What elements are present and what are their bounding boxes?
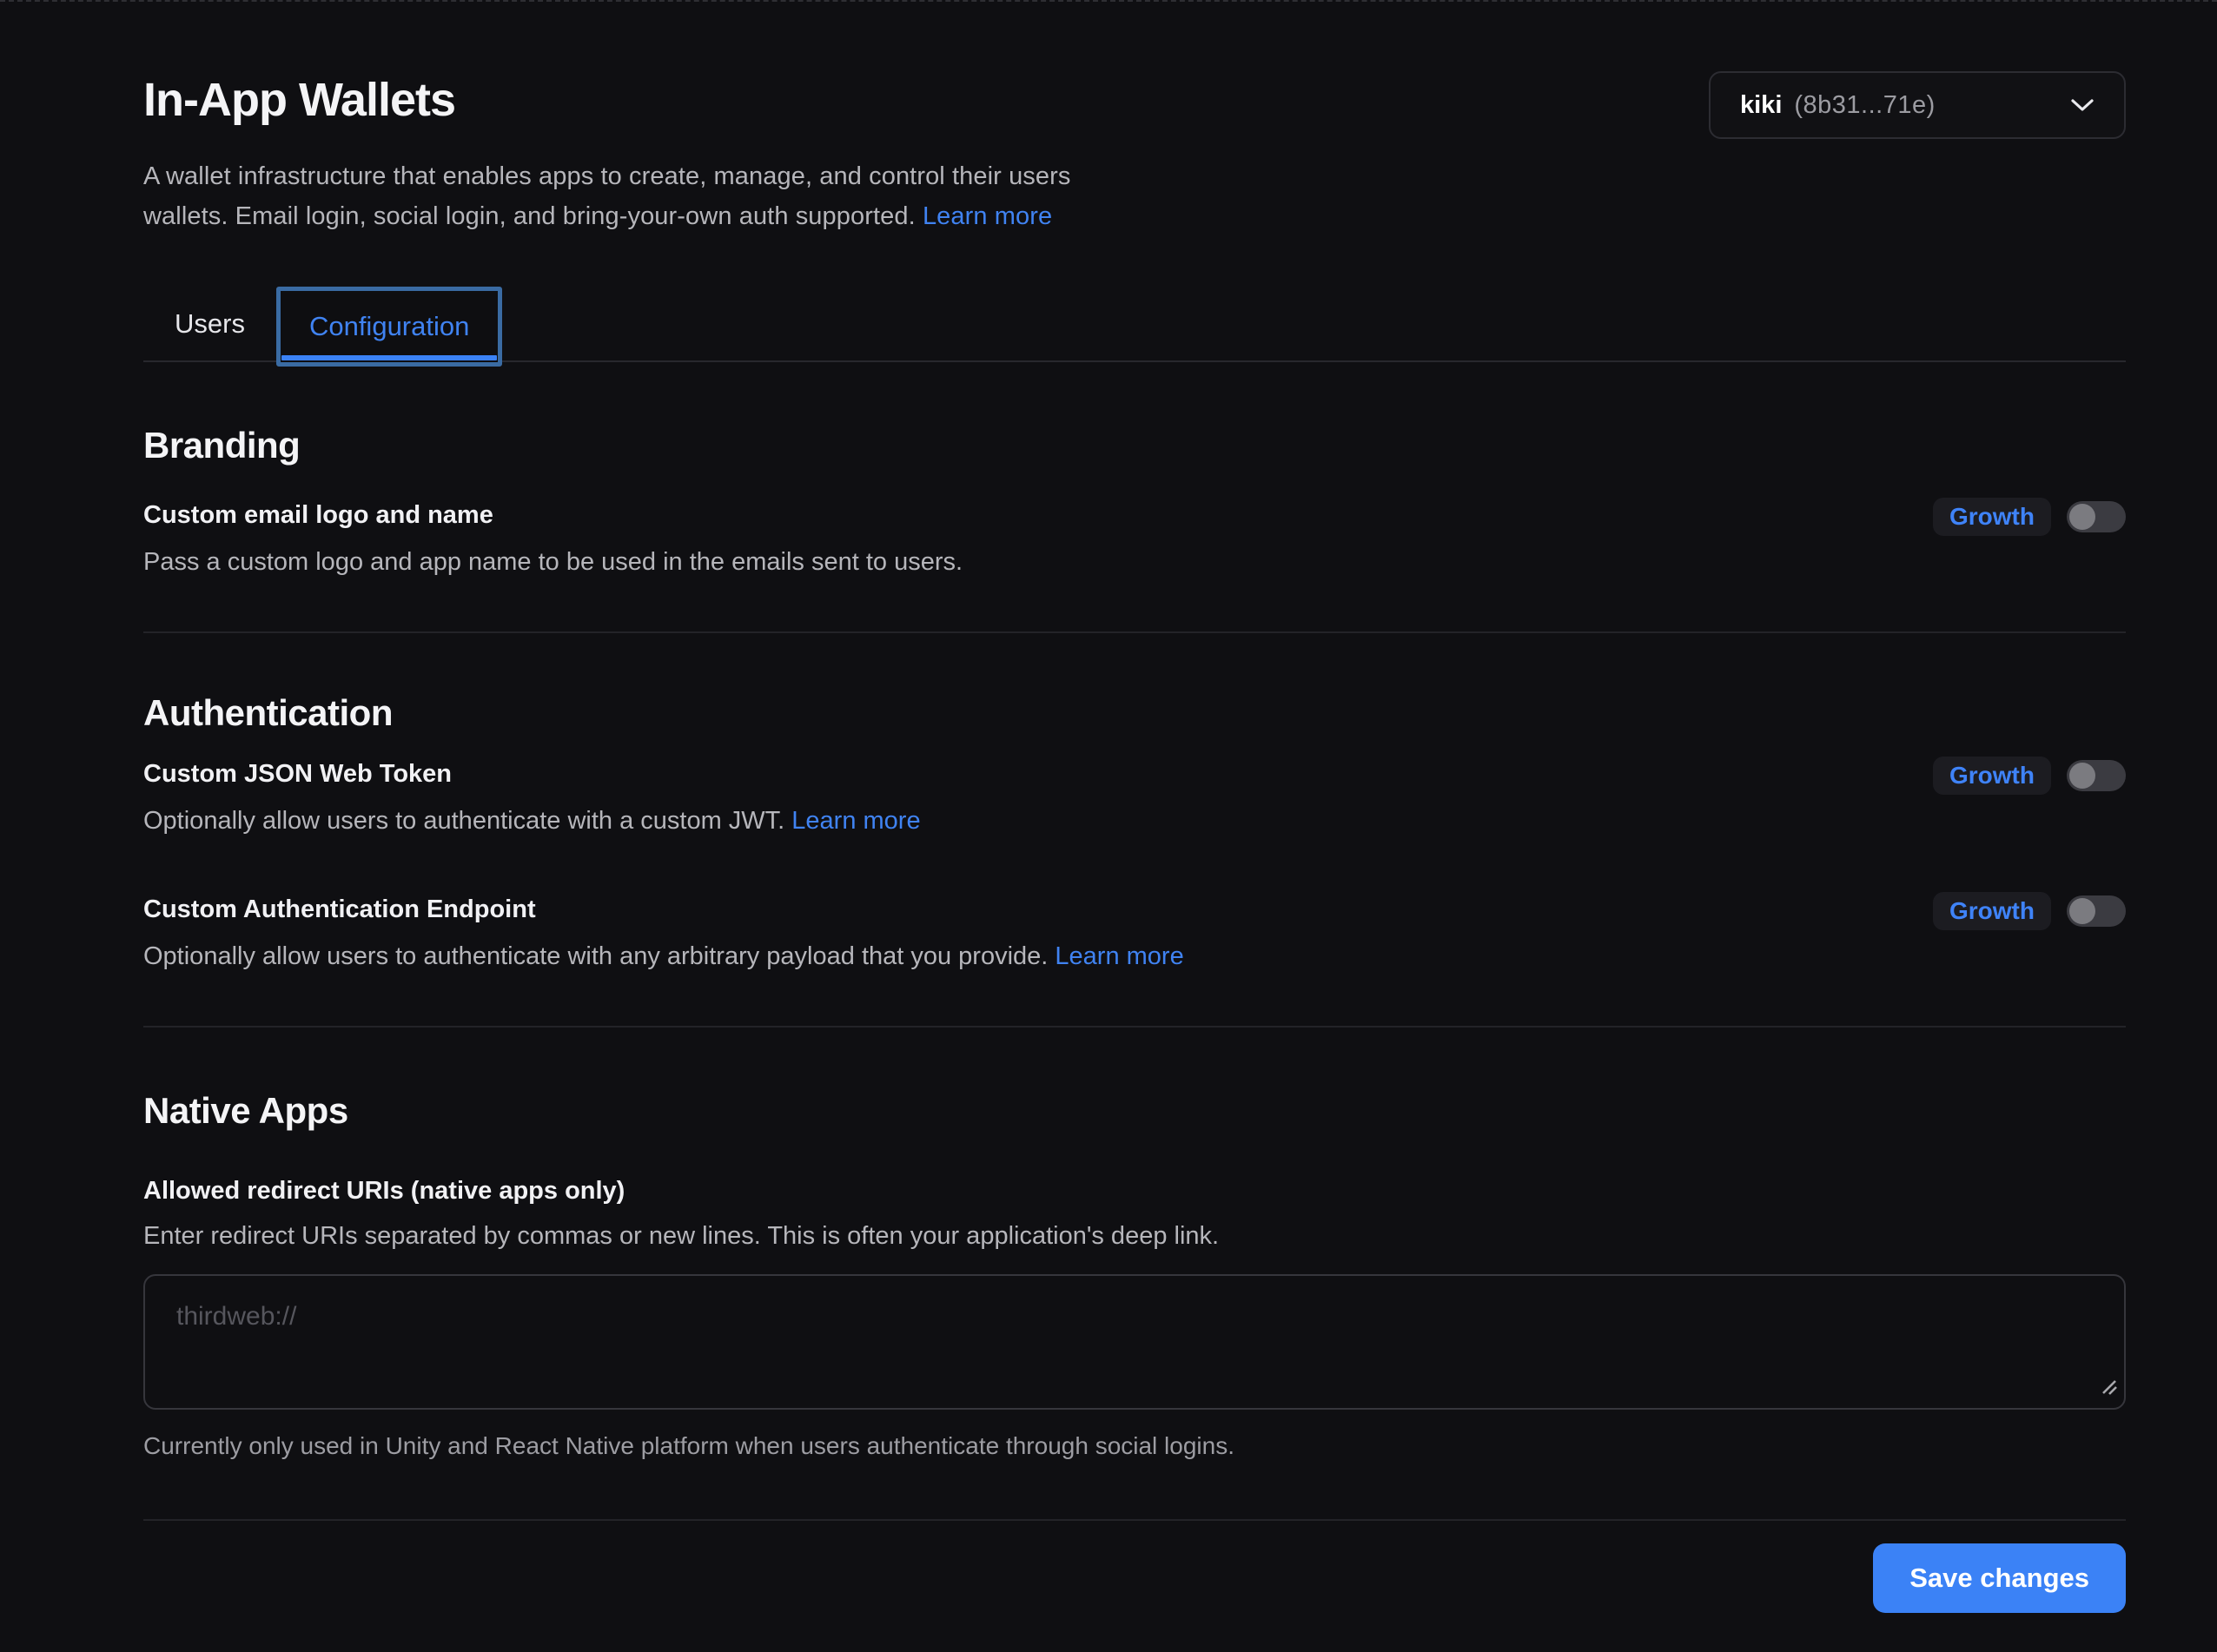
redirect-uris-field-wrap [143, 1274, 2126, 1410]
tab-bar: Users Configuration [143, 287, 2126, 362]
tab-configuration[interactable]: Configuration [276, 287, 502, 367]
in-app-wallets-page: In-App Wallets A wallet infrastructure t… [0, 2, 2217, 1613]
custom-jwt-description-text: Optionally allow users to authenticate w… [143, 807, 784, 835]
page-title: In-App Wallets [143, 71, 1071, 129]
save-changes-button[interactable]: Save changes [1873, 1543, 2126, 1613]
redirect-uris-input[interactable] [143, 1274, 2126, 1410]
redirect-uris-helper-text: Currently only used in Unity and React N… [143, 1431, 2126, 1462]
custom-jwt-learn-more-link[interactable]: Learn more [791, 807, 920, 835]
toggle-knob [2069, 763, 2095, 789]
section-divider [143, 1026, 2126, 1028]
toggle-knob [2069, 504, 2095, 530]
custom-auth-endpoint-toggle[interactable] [2067, 895, 2126, 927]
wallet-project-selector[interactable]: kiki (8b31...71e) [1709, 71, 2126, 139]
growth-plan-badge: Growth [1933, 892, 2051, 930]
custom-email-logo-row: Custom email logo and name Pass a custom… [143, 499, 2126, 578]
custom-email-logo-controls: Growth [1933, 498, 2126, 536]
custom-auth-endpoint-text: Custom Authentication Endpoint Optionall… [143, 894, 1184, 972]
native-apps-section-heading: Native Apps [143, 1088, 2126, 1133]
custom-jwt-toggle[interactable] [2067, 760, 2126, 791]
footer-divider [143, 1519, 2126, 1521]
page-description: A wallet infrastructure that enables app… [143, 156, 1071, 236]
custom-jwt-description: Optionally allow users to authenticate w… [143, 805, 921, 836]
project-id-short: (8b31...71e) [1794, 91, 1935, 120]
custom-email-logo-toggle[interactable] [2067, 501, 2126, 532]
custom-email-logo-text: Custom email logo and name Pass a custom… [143, 499, 963, 578]
custom-jwt-controls: Growth [1933, 757, 2126, 795]
page-header-text: In-App Wallets A wallet infrastructure t… [143, 71, 1071, 236]
growth-plan-badge: Growth [1933, 498, 2051, 536]
redirect-uris-description: Enter redirect URIs separated by commas … [143, 1220, 2126, 1252]
custom-auth-endpoint-description: Optionally allow users to authenticate w… [143, 941, 1184, 972]
page-description-line2: wallets. Email login, social login, and … [143, 202, 916, 230]
authentication-section-heading: Authentication [143, 691, 2126, 736]
header-learn-more-link[interactable]: Learn more [923, 202, 1052, 230]
resize-handle-icon[interactable] [2100, 1378, 2119, 1401]
custom-email-logo-description: Pass a custom logo and app name to be us… [143, 546, 963, 578]
footer: Save changes [143, 1543, 2126, 1613]
custom-auth-endpoint-learn-more-link[interactable]: Learn more [1055, 942, 1183, 970]
section-divider [143, 631, 2126, 633]
custom-jwt-row: Custom JSON Web Token Optionally allow u… [143, 758, 2126, 836]
project-name: kiki [1740, 91, 1782, 120]
page-header: In-App Wallets A wallet infrastructure t… [143, 71, 2126, 236]
custom-auth-endpoint-description-text: Optionally allow users to authenticate w… [143, 942, 1048, 970]
chevron-down-icon [2070, 97, 2095, 113]
custom-auth-endpoint-row: Custom Authentication Endpoint Optionall… [143, 894, 2126, 972]
custom-jwt-title: Custom JSON Web Token [143, 758, 921, 790]
custom-email-logo-title: Custom email logo and name [143, 499, 963, 531]
custom-jwt-text: Custom JSON Web Token Optionally allow u… [143, 758, 921, 836]
growth-plan-badge: Growth [1933, 757, 2051, 795]
branding-section-heading: Branding [143, 423, 2126, 468]
custom-auth-endpoint-controls: Growth [1933, 892, 2126, 930]
redirect-uris-label: Allowed redirect URIs (native apps only) [143, 1175, 2126, 1206]
toggle-knob [2069, 898, 2095, 924]
tab-users[interactable]: Users [143, 287, 276, 360]
custom-auth-endpoint-title: Custom Authentication Endpoint [143, 894, 1184, 925]
page-description-line1: A wallet infrastructure that enables app… [143, 162, 1071, 190]
